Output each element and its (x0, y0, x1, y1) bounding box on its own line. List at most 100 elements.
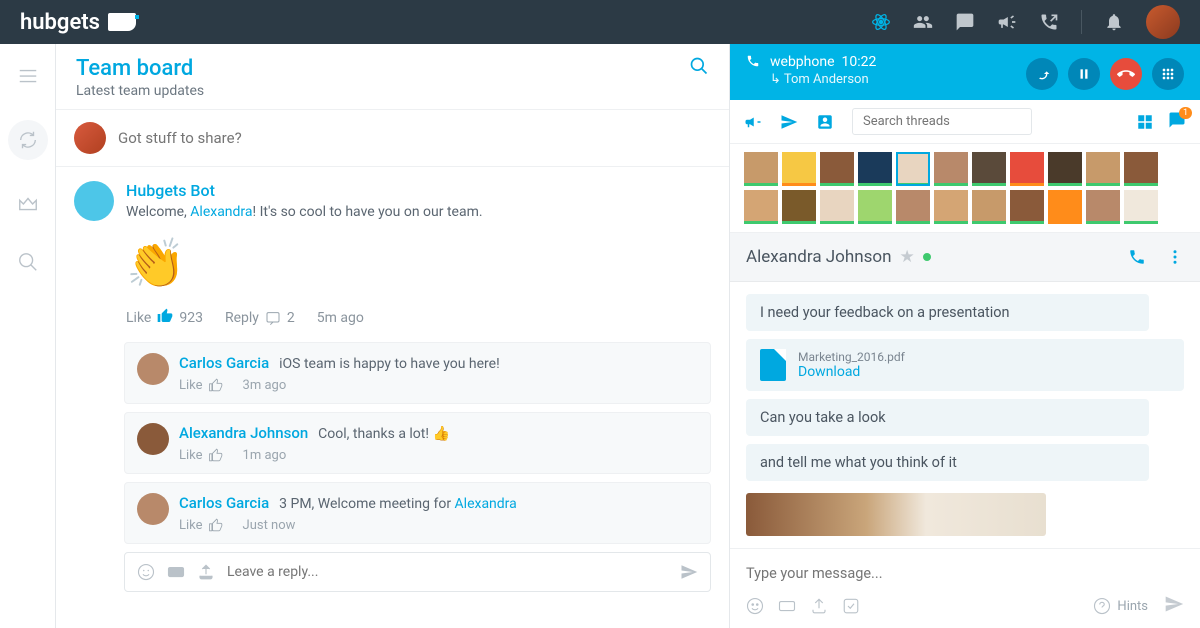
bell-icon[interactable] (1104, 12, 1124, 32)
thread-av-selected[interactable] (896, 152, 930, 186)
thread-av[interactable] (934, 190, 968, 224)
message-input[interactable] (746, 559, 1184, 588)
thread-av[interactable] (744, 152, 778, 186)
menu-icon[interactable] (14, 62, 42, 90)
refresh-icon[interactable] (8, 120, 48, 160)
people-icon[interactable] (913, 12, 933, 32)
thread-av[interactable] (782, 152, 816, 186)
reply-input[interactable] (227, 564, 668, 580)
thread-av[interactable] (1124, 152, 1158, 186)
notif-chat[interactable]: 1 (1168, 111, 1186, 133)
thread-av[interactable] (934, 152, 968, 186)
post-age: 5m ago (317, 310, 364, 326)
thread-av[interactable] (1124, 190, 1158, 224)
hints-button[interactable]: Hints (1093, 597, 1148, 615)
logo-icon (108, 13, 136, 31)
contact-name: Alexandra Johnson (746, 247, 891, 267)
search-threads-input[interactable] (852, 108, 1032, 135)
file-bubble: Marketing_2016.pdf Download (746, 339, 1184, 391)
emoji-icon[interactable] (137, 563, 155, 581)
check-icon[interactable] (842, 597, 860, 615)
thread-av[interactable] (820, 152, 854, 186)
top-nav-icons (871, 5, 1180, 39)
thread-av[interactable] (1048, 152, 1082, 186)
announce-icon[interactable] (744, 113, 762, 131)
send-icon[interactable] (680, 563, 698, 581)
star-icon[interactable]: ★ (899, 247, 914, 267)
board-subtitle: Latest team updates (76, 83, 204, 99)
call-contact-icon[interactable] (1128, 248, 1146, 266)
transfer-button[interactable] (1026, 58, 1058, 90)
thread-av[interactable] (1010, 152, 1044, 186)
reply-item: Alexandra Johnson Cool, thanks a lot! 👍 … (124, 412, 711, 474)
emoji-icon[interactable] (746, 597, 764, 615)
reply-author[interactable]: Alexandra Johnson (179, 424, 308, 442)
call-time: 10:22 (841, 54, 876, 70)
gif-icon[interactable] (778, 597, 796, 615)
reply-avatar (137, 353, 169, 385)
upload-icon[interactable] (810, 597, 828, 615)
thread-av[interactable] (858, 190, 892, 224)
like-action[interactable]: Like 923 (126, 308, 203, 328)
status-online (923, 253, 931, 261)
send-msg-icon[interactable] (780, 113, 798, 131)
thread-av[interactable] (1086, 152, 1120, 186)
send-button[interactable] (1164, 594, 1184, 618)
reply-like[interactable]: Like (179, 518, 223, 533)
call-label: webphone (770, 54, 835, 70)
megaphone-icon[interactable] (997, 12, 1017, 32)
brand-name: hubgets (20, 10, 100, 35)
reply-author[interactable]: Carlos Garcia (179, 494, 269, 512)
hangup-button[interactable] (1110, 58, 1142, 90)
replies: Carlos Garcia iOS team is happy to have … (106, 342, 729, 592)
divider (1081, 10, 1082, 34)
search-icon[interactable] (689, 56, 709, 76)
thread-av[interactable] (1010, 190, 1044, 224)
compose-input[interactable] (118, 129, 711, 147)
contact-icon[interactable] (816, 113, 834, 131)
msg-bubble: Can you take a look (746, 399, 1149, 436)
phone-out-icon[interactable] (1039, 12, 1059, 32)
reply-action[interactable]: Reply 2 (225, 310, 295, 326)
chat-icon[interactable] (955, 12, 975, 32)
top-bar: hubgets (0, 0, 1200, 44)
thread-av[interactable] (972, 152, 1006, 186)
upload-icon[interactable] (197, 563, 215, 581)
atom-icon[interactable] (871, 12, 891, 32)
thread-av[interactable] (972, 190, 1006, 224)
gif-icon[interactable]: GIF (167, 563, 185, 581)
post-text: Welcome, Alexandra! It's so cool to have… (126, 203, 711, 223)
search-nav-icon[interactable] (14, 248, 42, 276)
reply-avatar (137, 493, 169, 525)
reply-like[interactable]: Like (179, 448, 223, 463)
thread-av[interactable] (744, 190, 778, 224)
file-name: Marketing_2016.pdf (798, 350, 905, 364)
more-icon[interactable] (1166, 248, 1184, 266)
post-author[interactable]: Hubgets Bot (126, 181, 711, 200)
thread-av[interactable] (1086, 190, 1120, 224)
compose-row (56, 110, 729, 167)
crown-icon[interactable] (14, 190, 42, 218)
thread-av[interactable] (1048, 190, 1082, 224)
reply-like[interactable]: Like (179, 378, 223, 393)
thread-av[interactable] (782, 190, 816, 224)
thread-av[interactable] (820, 190, 854, 224)
hold-button[interactable] (1068, 58, 1100, 90)
post-actions: Like 923 Reply 2 5m ago (126, 308, 711, 328)
logo[interactable]: hubgets (20, 10, 136, 35)
image-bubble[interactable] (746, 493, 1046, 536)
dialpad-button[interactable] (1152, 58, 1184, 90)
grid-icon[interactable] (1136, 113, 1154, 131)
thread-av[interactable] (858, 152, 892, 186)
bot-post: Hubgets Bot Welcome, Alexandra! It's so … (56, 167, 729, 342)
download-link[interactable]: Download (798, 364, 860, 380)
mention[interactable]: Alexandra (190, 204, 252, 220)
thread-av[interactable] (896, 190, 930, 224)
chat-input-area: Hints (730, 548, 1200, 628)
reply-age: 1m ago (243, 448, 287, 463)
reply-input-row: GIF (124, 552, 711, 592)
user-avatar[interactable] (1146, 5, 1180, 39)
bot-avatar (74, 181, 114, 221)
msg-bubble: I need your feedback on a presentation (746, 294, 1149, 331)
reply-author[interactable]: Carlos Garcia (179, 354, 269, 372)
